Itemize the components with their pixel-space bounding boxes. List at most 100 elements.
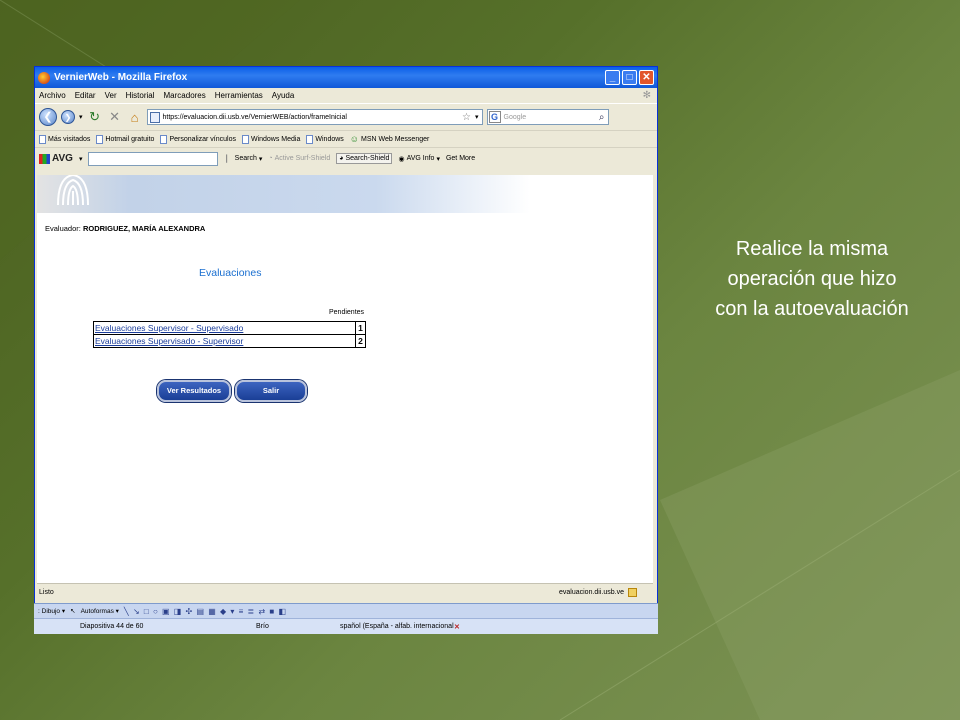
shield-icon: ◔ bbox=[268, 155, 273, 162]
search-placeholder: Google bbox=[503, 113, 527, 121]
bookmark-item[interactable]: Hotmail gratuito bbox=[96, 134, 155, 144]
pending-header: Pendientes bbox=[329, 309, 365, 316]
page-title: Evaluaciones bbox=[199, 267, 262, 279]
menu-editar[interactable]: Editar bbox=[75, 91, 96, 100]
header-banner bbox=[37, 175, 653, 213]
theme-name: Brío bbox=[256, 623, 269, 630]
status-domain: evaluacion.dii.usb.ve bbox=[559, 589, 624, 596]
minimize-button[interactable]: _ bbox=[605, 70, 620, 85]
lock-icon bbox=[628, 588, 637, 597]
caption-line-2: operación que hizo bbox=[727, 268, 897, 290]
bookmark-icon bbox=[241, 134, 249, 144]
history-dropdown-icon[interactable]: ▾ bbox=[79, 113, 83, 121]
get-more-button[interactable]: Get More bbox=[446, 155, 475, 162]
university-logo-icon bbox=[57, 175, 89, 206]
bookmark-icon bbox=[39, 134, 46, 144]
pending-count: 1 bbox=[355, 321, 366, 335]
search-box[interactable]: G Google ⌕ bbox=[486, 109, 609, 125]
search-shield-label: Search-Shield bbox=[345, 155, 390, 162]
evaluation-link[interactable]: Evaluaciones Supervisor - Supervisado bbox=[93, 321, 356, 335]
bookmark-item[interactable]: Personalizar vínculos bbox=[160, 134, 236, 144]
throbber-icon: ✻ bbox=[642, 90, 651, 101]
avg-search-label: Search bbox=[234, 155, 257, 162]
url-dropdown-icon[interactable]: ▾ bbox=[475, 113, 479, 121]
autoshapes-menu[interactable]: Autoformas ▾ bbox=[81, 607, 119, 615]
bookmark-label: Windows bbox=[315, 135, 344, 143]
separator-icon: ┃ bbox=[224, 155, 229, 163]
ppt-drawing-toolbar: : Dibujo ▾ ↖ Autoformas ▾ ╲ ↘ □ ○ ▣ ◨ ✣ … bbox=[34, 603, 658, 618]
get-more-label: Get More bbox=[445, 155, 476, 162]
search-icon[interactable]: ⌕ bbox=[599, 112, 605, 123]
avg-dropdown-icon[interactable]: ▾ bbox=[79, 155, 83, 163]
avg-info-button[interactable]: ◉ AVG Info ▾ bbox=[398, 155, 440, 163]
window-title: VernierWeb - Mozilla Firefox bbox=[54, 72, 188, 83]
slide-info: Diapositiva 44 de 60 bbox=[80, 623, 144, 630]
status-bar: Listo evaluacion.dii.usb.ve bbox=[37, 583, 653, 601]
navigation-toolbar: ❮ ❯ ▾ ↻ ✕ ⌂ https://evaluacion.dii.usb.v… bbox=[35, 103, 657, 130]
view-results-button[interactable]: Ver Resultados bbox=[157, 380, 231, 402]
caption-line-1: Realice la misma bbox=[735, 238, 889, 260]
menu-bar: Archivo Editar Ver Historial Marcadores … bbox=[35, 88, 657, 103]
bookmark-label: MSN Web Messenger bbox=[361, 135, 430, 143]
menu-ver[interactable]: Ver bbox=[105, 91, 117, 100]
stop-icon[interactable]: ✕ bbox=[107, 109, 123, 125]
autoshapes-label: Autoformas bbox=[80, 608, 114, 615]
bookmark-item[interactable]: Windows Media bbox=[241, 134, 300, 144]
chevron-down-icon: ▾ bbox=[436, 155, 440, 163]
select-arrow-icon[interactable]: ↖ bbox=[70, 607, 75, 615]
messenger-icon: ☺ bbox=[349, 134, 359, 144]
evaluator-info: Evaluador: RODRIGUEZ, MARÍA ALEXANDRA bbox=[45, 224, 205, 233]
bookmarks-toolbar: Más visitados Hotmail gratuito Personali… bbox=[35, 130, 657, 147]
back-button[interactable]: ❮ bbox=[39, 108, 57, 126]
home-icon[interactable]: ⌂ bbox=[127, 110, 143, 125]
maximize-button[interactable]: □ bbox=[622, 70, 637, 85]
spellcheck-icon[interactable]: ✕ bbox=[454, 623, 460, 631]
info-icon: ◉ bbox=[398, 155, 405, 163]
avg-search-input[interactable] bbox=[88, 151, 219, 166]
search-shield-button[interactable]: ◕ Search-Shield bbox=[336, 153, 393, 164]
bookmark-star-icon[interactable]: ☆ bbox=[462, 112, 471, 123]
close-button[interactable]: ✕ bbox=[639, 70, 654, 85]
bookmark-icon bbox=[306, 134, 314, 144]
menu-ayuda[interactable]: Ayuda bbox=[272, 91, 295, 100]
shield-icon: ◕ bbox=[339, 155, 344, 162]
menu-herramientas[interactable]: Herramientas bbox=[215, 91, 263, 100]
avg-toolbar: AVG ▾ ┃ Search ▾ ◔ Active Surf-Shield ◕ Sea… bbox=[35, 147, 657, 169]
evaluations-table: Evaluaciones Supervisor - Supervisado 1 … bbox=[93, 321, 366, 348]
language-info: spañol (España - alfab. internacional bbox=[340, 623, 454, 630]
avg-info-label: AVG Info bbox=[406, 155, 435, 162]
ppt-status-bar: Diapositiva 44 de 60 Brío spañol (España… bbox=[34, 618, 658, 634]
bookmark-label: Hotmail gratuito bbox=[105, 135, 155, 143]
bookmark-item[interactable]: Más visitados bbox=[39, 134, 90, 144]
table-row: Evaluaciones Supervisor - Supervisado 1 bbox=[93, 321, 366, 335]
reload-icon[interactable]: ↻ bbox=[87, 109, 103, 125]
evaluation-link[interactable]: Evaluaciones Supervisado - Supervisor bbox=[93, 334, 356, 348]
active-surf-label: Active Surf-Shield bbox=[274, 155, 331, 162]
google-icon[interactable]: G bbox=[488, 111, 501, 123]
chevron-down-icon: ▾ bbox=[258, 155, 263, 163]
draw-menu[interactable]: : Dibujo ▾ bbox=[38, 607, 65, 615]
pending-count: 2 bbox=[355, 334, 366, 348]
menu-marcadores[interactable]: Marcadores bbox=[164, 91, 206, 100]
firefox-window: VernierWeb - Mozilla Firefox _ □ ✕ Archi… bbox=[34, 66, 658, 604]
firefox-icon bbox=[38, 71, 50, 84]
title-bar: VernierWeb - Mozilla Firefox _ □ ✕ bbox=[35, 67, 657, 88]
table-row: Evaluaciones Supervisado - Supervisor 2 bbox=[93, 334, 366, 348]
caption-line-3: con la autoevaluación bbox=[715, 298, 909, 320]
status-text: Listo bbox=[39, 589, 54, 596]
avg-logo[interactable]: AVG bbox=[39, 153, 73, 164]
bookmark-item[interactable]: ☺ MSN Web Messenger bbox=[350, 134, 430, 144]
forward-button[interactable]: ❯ bbox=[61, 110, 75, 124]
bookmark-icon bbox=[96, 134, 104, 144]
slide-caption: Realice la misma operación que hizo con … bbox=[692, 234, 932, 324]
menu-historial[interactable]: Historial bbox=[126, 91, 155, 100]
bookmark-item[interactable]: Windows bbox=[306, 134, 344, 144]
active-surf-shield-button[interactable]: ◔ Active Surf-Shield bbox=[268, 155, 330, 162]
bookmark-icon bbox=[160, 134, 168, 144]
avg-search-button[interactable]: Search ▾ bbox=[235, 155, 263, 163]
exit-button[interactable]: Salir bbox=[235, 380, 307, 402]
url-bar[interactable]: https://evaluacion.dii.usb.ve/VernierWEB… bbox=[146, 109, 483, 125]
menu-archivo[interactable]: Archivo bbox=[39, 91, 66, 100]
evaluator-label: Evaluador: bbox=[45, 224, 81, 233]
drawing-tools-icon[interactable]: ╲ ↘ □ ○ ▣ ◨ ✣ ▤ ▦ ◆ ▾ ≡ ≣ ⇄ ■ ◧ bbox=[124, 607, 287, 616]
